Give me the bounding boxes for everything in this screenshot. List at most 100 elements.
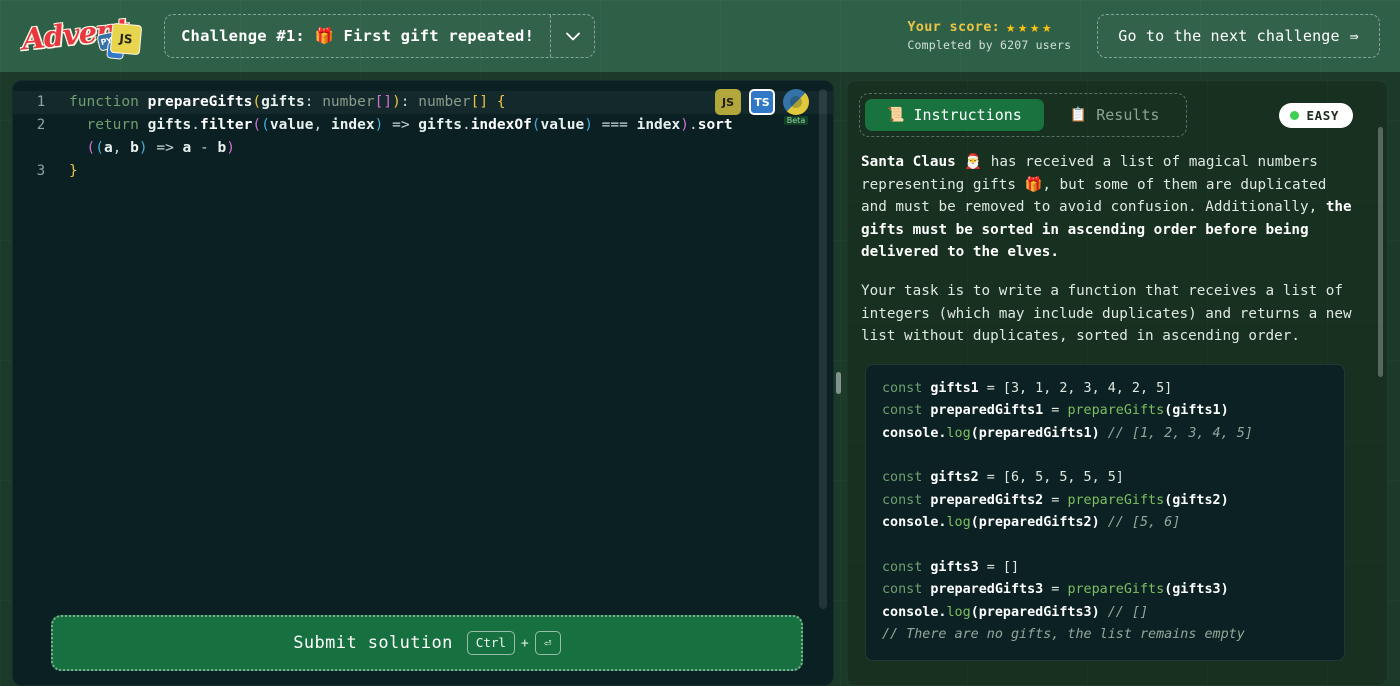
op: = — [1043, 403, 1068, 419]
main-content: JS TS Beta 1 function prepareGifts(gifts… — [0, 72, 1400, 686]
var: gifts2 — [922, 470, 979, 486]
kbd-ctrl: Ctrl — [466, 630, 515, 656]
submit-shortcut: Ctrl + ⏎ — [466, 630, 561, 656]
code-line[interactable]: 2 return gifts.filter((value, index) => … — [13, 114, 833, 137]
code-line-2: return gifts.filter((value, index) => gi… — [86, 117, 733, 133]
code-line-3: } — [69, 163, 78, 179]
kw: const — [882, 470, 923, 486]
val: = [3, 1, 2, 3, 4, 2, 5] — [978, 380, 1173, 396]
instructions-scrollbar[interactable] — [1378, 127, 1383, 377]
comment: // [] — [1107, 604, 1149, 620]
instructions-body: Santa Claus 🎅 has received a list of mag… — [847, 137, 1387, 661]
kw: const — [882, 559, 923, 575]
difficulty-label: EASY — [1306, 107, 1339, 123]
var: preparedGifts3 — [922, 582, 1044, 598]
kbd-plus: + — [520, 635, 529, 651]
difficulty-badge: EASY — [1279, 102, 1353, 128]
kw: const — [882, 403, 923, 419]
kbd-enter: ⏎ — [534, 630, 561, 656]
python-icon-group[interactable]: Beta — [783, 89, 809, 125]
arg: (preparedGifts2) — [970, 515, 1108, 531]
tab-instructions[interactable]: 📜 Instructions — [865, 99, 1044, 131]
arg: (preparedGifts1) — [970, 425, 1108, 441]
logo-language-badges: PY TS JS — [96, 16, 143, 60]
kw: const — [882, 582, 923, 598]
kw: const — [882, 492, 923, 508]
code-line[interactable]: 1 function prepareGifts(gifts: number[])… — [13, 91, 833, 114]
star-icon: ★ — [1006, 18, 1016, 37]
javascript-icon[interactable]: JS — [715, 89, 741, 115]
code-line[interactable]: ((a, b) => a - b) — [13, 137, 833, 160]
code-line[interactable]: 3 } — [13, 160, 833, 183]
obj: console. — [882, 604, 947, 620]
obj: console. — [882, 515, 947, 531]
instructions-topbar: 📜 Instructions 📋 Results EASY — [847, 81, 1387, 137]
instructions-paragraph-1: Santa Claus 🎅 has received a list of mag… — [861, 151, 1357, 264]
code-area[interactable]: 1 function prepareGifts(gifts: number[])… — [13, 81, 833, 685]
header-right-group: Your score: ★ ★ ★ ★ Completed by 6207 us… — [907, 14, 1384, 58]
var: preparedGifts2 — [922, 492, 1044, 508]
typescript-icon[interactable]: TS — [749, 89, 775, 115]
tab-results-label: Results — [1096, 106, 1160, 124]
op: = — [1043, 492, 1068, 508]
score-stars: ★ ★ ★ ★ — [1006, 20, 1051, 35]
language-switcher[interactable]: JS TS Beta — [715, 89, 809, 125]
para1-bold-start: Santa Claus — [861, 154, 956, 170]
arg: (preparedGifts3) — [970, 604, 1108, 620]
op: = — [1043, 582, 1068, 598]
star-icon: ★ — [1018, 18, 1028, 37]
challenge-title: Challenge #1: 🎁 First gift repeated! — [181, 27, 535, 45]
fn: log — [946, 515, 971, 531]
code-line-2-wrap: ((a, b) => a - b) — [86, 140, 235, 156]
star-icon: ★ — [1042, 18, 1052, 37]
comment: // [5, 6] — [1107, 515, 1181, 531]
submit-label: Submit solution — [293, 633, 453, 653]
next-challenge-button[interactable]: Go to the next challenge ⇛ — [1097, 14, 1380, 58]
python-icon[interactable] — [783, 89, 809, 115]
tab-results[interactable]: 📋 Results — [1048, 99, 1182, 131]
arrow-right-icon: ⇛ — [1349, 27, 1359, 45]
obj: console. — [882, 425, 947, 441]
val: = [] — [978, 559, 1020, 575]
comment: // There are no gifts, the list remains … — [882, 627, 1245, 643]
editor-scrollbar[interactable] — [819, 89, 827, 609]
santa-emoji-icon: 🎅 — [955, 154, 991, 170]
status-dot-icon — [1290, 110, 1300, 120]
star-icon: ★ — [1030, 18, 1040, 37]
challenge-selector[interactable]: Challenge #1: 🎁 First gift repeated! — [164, 14, 596, 58]
kw: const — [882, 380, 923, 396]
val: = [6, 5, 5, 5, 5] — [978, 470, 1124, 486]
python-beta-tag: Beta — [783, 116, 809, 125]
line-number — [13, 137, 69, 160]
panel-tabs: 📜 Instructions 📋 Results — [859, 93, 1188, 137]
instructions-panel: 📜 Instructions 📋 Results EASY Santa Clau… — [846, 80, 1388, 686]
panel-resize-handle[interactable] — [836, 372, 841, 394]
fn: log — [946, 425, 971, 441]
chevron-down-icon[interactable] — [550, 15, 594, 57]
line-number: 1 — [36, 94, 46, 110]
fn: log — [946, 604, 971, 620]
completed-count: Completed by 6207 users — [907, 38, 1072, 53]
app-header: Advent PY TS JS Challenge #1: 🎁 First gi… — [0, 0, 1400, 72]
fn: prepareGifts — [1067, 582, 1165, 598]
fn: prepareGifts — [1067, 403, 1165, 419]
var: preparedGifts1 — [922, 403, 1044, 419]
instructions-paragraph-2: Your task is to write a function that re… — [861, 282, 1352, 345]
line-number: 2 — [36, 117, 46, 133]
line-number: 3 — [36, 163, 46, 179]
arg: (gifts1) — [1164, 403, 1229, 419]
comment: // [1, 2, 3, 4, 5] — [1107, 425, 1253, 441]
code-editor-panel[interactable]: JS TS Beta 1 function prepareGifts(gifts… — [12, 80, 834, 686]
app-logo[interactable]: Advent PY TS JS — [20, 10, 143, 62]
arg: (gifts3) — [1164, 582, 1229, 598]
submit-area: Submit solution Ctrl + ⏎ — [51, 615, 803, 671]
next-challenge-label: Go to the next challenge — [1118, 27, 1340, 45]
clipboard-icon: 📋 — [1069, 107, 1088, 123]
arg: (gifts2) — [1164, 492, 1229, 508]
submit-solution-button[interactable]: Submit solution Ctrl + ⏎ — [51, 615, 803, 671]
var: gifts3 — [922, 559, 979, 575]
code-line-1: function prepareGifts(gifts: number[]): … — [69, 94, 506, 110]
scroll-icon: 📜 — [887, 107, 905, 123]
logo-javascript-badge: JS — [109, 22, 143, 56]
score-box: Your score: ★ ★ ★ ★ Completed by 6207 us… — [907, 19, 1071, 52]
